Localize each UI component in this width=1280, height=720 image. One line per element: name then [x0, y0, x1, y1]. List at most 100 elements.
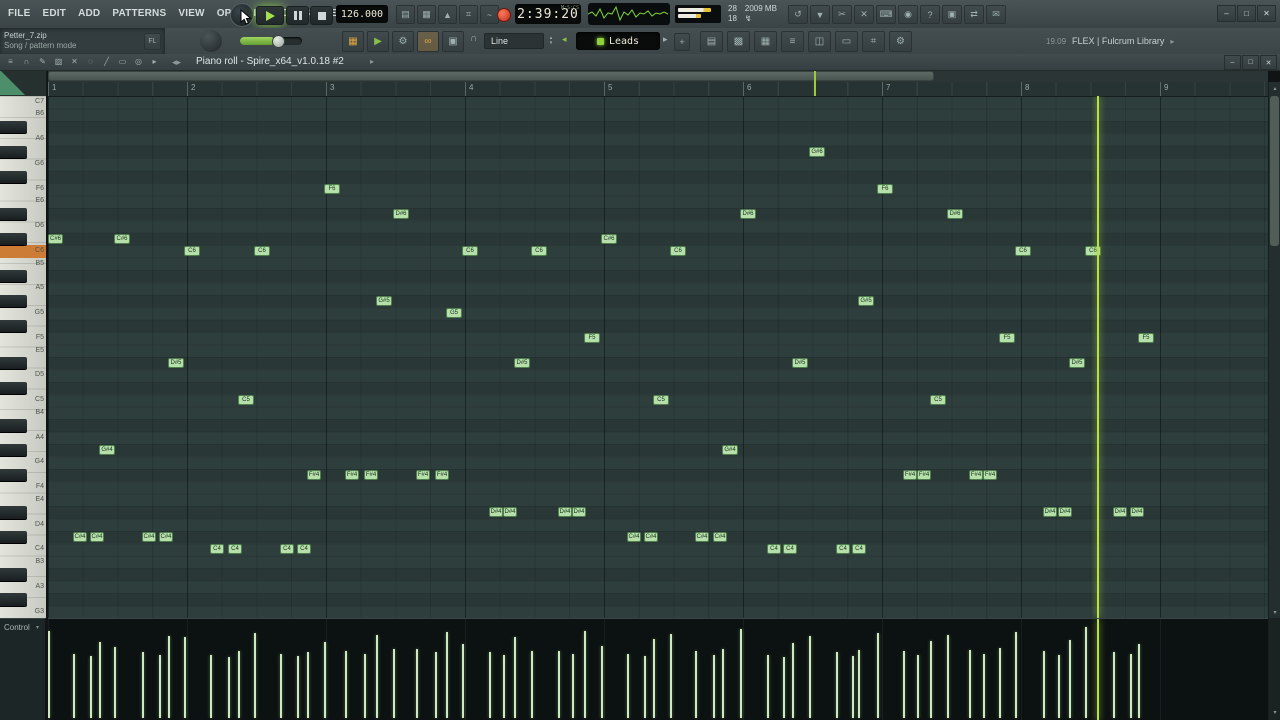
- note-f5[interactable]: F5: [584, 333, 600, 344]
- velocity-stem[interactable]: [1085, 627, 1087, 718]
- note-cs6[interactable]: C#6: [48, 233, 63, 244]
- undo-icon[interactable]: ↺: [788, 5, 808, 24]
- lane-scrollbar[interactable]: ▾: [1268, 618, 1280, 720]
- note-ds5[interactable]: D#5: [168, 358, 184, 369]
- velocity-stem[interactable]: [514, 637, 516, 718]
- mixer-icon[interactable]: ≡: [781, 31, 804, 52]
- note-fs4[interactable]: F#4: [969, 469, 983, 480]
- title-nav-icons[interactable]: ◂▸: [172, 54, 181, 70]
- metronome-icon[interactable]: ▲: [438, 5, 457, 24]
- velocity-stem[interactable]: [627, 654, 629, 718]
- velocity-stem[interactable]: [489, 652, 491, 718]
- pattern-mode-icon[interactable]: ▤: [396, 5, 415, 24]
- note-c6[interactable]: C6: [254, 246, 270, 257]
- menu-item-patterns[interactable]: PATTERNS: [106, 0, 172, 28]
- velocity-stem[interactable]: [558, 651, 560, 718]
- piano-key-gs5[interactable]: [0, 294, 27, 309]
- piano-key-ds5[interactable]: [0, 357, 27, 371]
- playback-tool-icon[interactable]: ▸: [147, 55, 162, 68]
- piano-key-b3[interactable]: B3: [22, 556, 44, 568]
- velocity-stem[interactable]: [969, 650, 971, 718]
- velocity-stem[interactable]: [722, 649, 724, 718]
- piano-key-a3[interactable]: A3: [22, 581, 44, 593]
- delete-icon[interactable]: ✕: [854, 5, 874, 24]
- velocity-stem[interactable]: [435, 652, 437, 718]
- note-cs4[interactable]: C#4: [90, 532, 104, 543]
- note-cs4[interactable]: C#4: [627, 532, 641, 543]
- note-ds6[interactable]: D#6: [947, 208, 963, 219]
- delete-tool-icon[interactable]: ✕: [67, 55, 82, 68]
- velocity-stem[interactable]: [947, 635, 949, 718]
- piano-key-as3[interactable]: [0, 568, 27, 582]
- snap-magnet-icon[interactable]: ∩: [470, 33, 477, 44]
- close-button[interactable]: ✕: [1257, 5, 1276, 22]
- velocity-stem[interactable]: [809, 636, 811, 718]
- note-c4[interactable]: C4: [280, 544, 294, 555]
- velocity-stem[interactable]: [184, 637, 186, 718]
- vertical-scrollbar[interactable]: ▴ ▾: [1268, 82, 1280, 618]
- piano-keyboard[interactable]: C7 B6 A6 G6 F6 E6 D6 C6 B5 A5 G5 F5 E5 D5 C5 B4 A4 G4 F4 E4…: [0, 96, 47, 618]
- vertical-scroll-thumb[interactable]: [1270, 96, 1279, 246]
- microphone-icon[interactable]: ◉: [898, 5, 918, 24]
- piano-key-e4[interactable]: E4: [22, 494, 44, 506]
- velocity-stem[interactable]: [90, 656, 92, 718]
- velocity-stem[interactable]: [238, 651, 240, 718]
- velocity-stem[interactable]: [159, 655, 161, 718]
- zoom-tool-icon[interactable]: ◎: [131, 55, 146, 68]
- velocity-stem[interactable]: [670, 634, 672, 718]
- note-ds6[interactable]: D#6: [740, 208, 756, 219]
- maximize-button[interactable]: □: [1237, 5, 1256, 22]
- velocity-stem[interactable]: [584, 631, 586, 718]
- velocity-stem[interactable]: [903, 651, 905, 718]
- wait-for-input-icon[interactable]: ⌗: [459, 5, 478, 24]
- piano-key-a5[interactable]: A5: [22, 282, 44, 294]
- timeline-ruler[interactable]: 1 2 3 4 5 6 7 8 9: [48, 82, 1268, 97]
- velocity-stem[interactable]: [345, 651, 347, 718]
- options-menu-icon[interactable]: ≡: [3, 55, 18, 68]
- note-fs4[interactable]: F#4: [416, 469, 430, 480]
- note-gs5[interactable]: G#5: [376, 295, 392, 306]
- note-fs4[interactable]: F#4: [307, 469, 321, 480]
- velocity-stem[interactable]: [48, 631, 50, 718]
- note-gs6[interactable]: G#6: [809, 146, 825, 157]
- select-tool-icon[interactable]: ▭: [115, 55, 130, 68]
- control-lane-header[interactable]: Control ▾: [0, 618, 46, 720]
- channel-next-icon[interactable]: ▸: [663, 34, 668, 45]
- playlist-icon[interactable]: ▤: [700, 31, 723, 52]
- volume-knob[interactable]: [272, 35, 286, 48]
- note-gs5[interactable]: G#5: [858, 295, 874, 306]
- song-end-marker[interactable]: [814, 70, 816, 96]
- library-status[interactable]: 19.09 FLEX | Fulcrum Library ▸: [1046, 28, 1174, 54]
- note-ds4[interactable]: D#4: [558, 507, 572, 518]
- touch-controller-icon[interactable]: ▣: [442, 31, 464, 52]
- velocity-stem[interactable]: [877, 633, 879, 718]
- help-icon[interactable]: ?: [920, 5, 940, 24]
- velocity-stem[interactable]: [713, 655, 715, 718]
- velocity-stem[interactable]: [783, 657, 785, 718]
- note-cs4[interactable]: C#4: [159, 532, 173, 543]
- save-icon[interactable]: ▣: [942, 5, 962, 24]
- note-gs4[interactable]: G#4: [722, 445, 738, 456]
- tempo-display[interactable]: 126.000: [336, 5, 388, 23]
- velocity-stem[interactable]: [324, 642, 326, 718]
- note-ds5[interactable]: D#5: [1069, 358, 1085, 369]
- piano-key-d5[interactable]: D5: [22, 369, 44, 381]
- magnet-icon[interactable]: ∩: [19, 55, 34, 68]
- note-ds4[interactable]: D#4: [1043, 507, 1057, 518]
- note-cs4[interactable]: C#4: [644, 532, 658, 543]
- velocity-stem[interactable]: [999, 648, 1001, 718]
- note-ds4[interactable]: D#4: [1130, 507, 1144, 518]
- velocity-stem[interactable]: [836, 652, 838, 718]
- spin-down-icon[interactable]: ▾: [550, 41, 553, 46]
- velocity-stem[interactable]: [307, 652, 309, 718]
- piano-key-fs4[interactable]: [0, 468, 27, 483]
- note-c5[interactable]: C5: [930, 395, 946, 406]
- note-c4[interactable]: C4: [852, 544, 866, 555]
- time-display[interactable]: 2:39:20 M:S:CS: [515, 4, 581, 24]
- piano-key-cs6[interactable]: [0, 232, 27, 247]
- velocity-stem[interactable]: [503, 655, 505, 718]
- piano-key-g6[interactable]: G6: [22, 158, 44, 170]
- title-more-icon[interactable]: ▸: [370, 54, 374, 70]
- velocity-stem[interactable]: [531, 651, 533, 718]
- snap-selector[interactable]: Line: [484, 33, 544, 49]
